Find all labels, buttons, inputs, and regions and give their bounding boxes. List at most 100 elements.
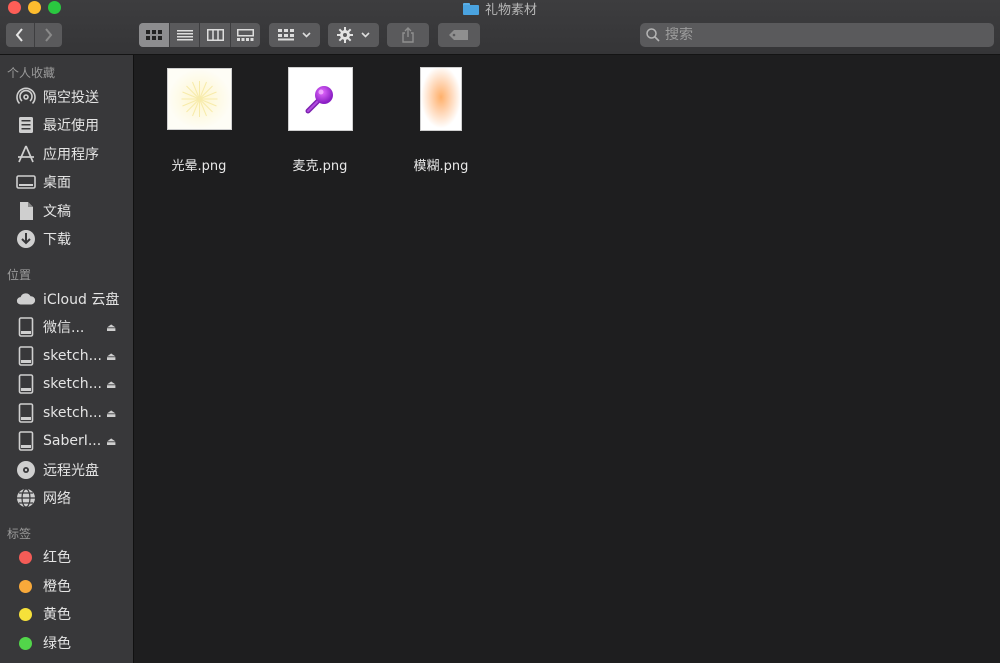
sidebar-item-applications[interactable]: 应用程序: [0, 141, 134, 167]
tags-section-title: 标签: [7, 527, 32, 541]
cloud-icon: [16, 289, 36, 309]
disk-icon: [16, 403, 36, 423]
chevron-right-icon: [45, 28, 53, 42]
documents-icon: [16, 201, 36, 221]
sidebar-item-icloud[interactable]: iCloud 云盘: [0, 286, 134, 312]
grid-icon: [146, 30, 163, 40]
sidebar-item-label: 应用程序: [43, 147, 99, 163]
sidebar-item-tag-green[interactable]: 绿色: [0, 630, 134, 656]
gallery-view-button[interactable]: [231, 23, 260, 47]
applications-icon: [16, 144, 36, 164]
purple-microphone-thumbnail: [305, 86, 333, 114]
disk-icon: [16, 317, 36, 337]
action-menu-button[interactable]: [328, 23, 379, 47]
file-name: 光晕.png: [171, 159, 227, 174]
group-grid-icon: [278, 29, 294, 41]
group-by-button[interactable]: [269, 23, 320, 47]
eject-icon[interactable]: ⏏: [106, 321, 116, 334]
file-item[interactable]: 模糊.png: [386, 67, 496, 174]
forward-button[interactable]: [35, 23, 63, 47]
red-tag-dot-icon: [19, 550, 32, 564]
airdrop-icon: [16, 87, 36, 107]
optical-disc-icon: [16, 460, 36, 480]
sidebar-item-tag-yellow[interactable]: 黄色: [0, 601, 134, 627]
sidebar-item-tag-red[interactable]: 红色: [0, 544, 134, 570]
folder-icon: [462, 2, 479, 15]
disk-icon: [16, 346, 36, 366]
eject-icon[interactable]: ⏏: [106, 407, 116, 420]
tag-icon: [449, 30, 468, 40]
file-browser-area[interactable]: 光晕.png 麦克.png 模糊.png: [135, 55, 1000, 663]
sidebar-item-label: 最近使用: [43, 118, 99, 134]
window-title: 礼物素材: [484, 3, 537, 18]
file-item[interactable]: 麦克.png: [265, 67, 375, 174]
edit-tags-button[interactable]: [438, 23, 480, 47]
eject-icon[interactable]: ⏏: [106, 350, 116, 363]
sidebar-item-label: iCloud 云盘: [43, 292, 120, 308]
favorites-section-title: 个人收藏: [7, 66, 56, 80]
share-icon: [402, 27, 414, 43]
sidebar-item-label: 桌面: [43, 175, 71, 191]
sidebar-item-label: SaberI...: [43, 433, 102, 449]
chevron-down-icon: [361, 32, 370, 38]
window-title-area: 礼物素材: [0, 0, 1000, 18]
list-view-button[interactable]: [170, 23, 201, 47]
back-button[interactable]: [6, 23, 35, 47]
file-name: 麦克.png: [292, 159, 348, 174]
file-item[interactable]: 光晕.png: [144, 67, 254, 174]
eject-icon[interactable]: ⏏: [106, 435, 116, 448]
sidebar-item-label: 橙色: [43, 579, 71, 595]
sidebar-item-label: 网络: [43, 491, 71, 507]
navigation-buttons: [6, 23, 62, 47]
desktop-icon: [16, 172, 36, 192]
search-field[interactable]: [640, 23, 994, 47]
sidebar-item-disk[interactable]: 微信... ⏏: [0, 314, 134, 340]
orange-blur-thumbnail: [421, 68, 461, 130]
sidebar-item-label: 下载: [43, 232, 71, 248]
list-icon: [176, 29, 193, 40]
sidebar-item-label: 红色: [43, 550, 71, 566]
sidebar-item-label: sketch...: [43, 405, 102, 421]
downloads-icon: [16, 229, 36, 249]
sidebar-item-downloads[interactable]: 下载: [0, 226, 134, 252]
sidebar-item-tag-orange[interactable]: 橙色: [0, 573, 134, 599]
disk-icon: [16, 431, 36, 451]
chevron-left-icon: [15, 28, 23, 42]
search-input[interactable]: [665, 27, 965, 43]
green-tag-dot-icon: [19, 636, 32, 650]
columns-icon: [206, 29, 224, 41]
sidebar-item-label: 微信...: [43, 320, 85, 336]
icon-view-button[interactable]: [139, 23, 171, 47]
column-view-button[interactable]: [200, 23, 231, 47]
sidebar-item-disk[interactable]: SaberI... ⏏: [0, 428, 134, 454]
disk-icon: [16, 374, 36, 394]
network-icon: [16, 488, 36, 508]
locations-section-title: 位置: [7, 268, 32, 282]
sidebar-item-airdrop[interactable]: 隔空投送: [0, 84, 134, 110]
chevron-down-icon: [302, 32, 311, 38]
sidebar-item-network[interactable]: 网络: [0, 485, 134, 511]
sidebar-item-remote-disc[interactable]: 远程光盘: [0, 457, 134, 483]
file-name: 模糊.png: [413, 159, 469, 174]
gear-icon: [337, 27, 353, 43]
sunburst-glow-thumbnail: [168, 69, 231, 129]
gallery-icon: [236, 29, 254, 41]
sidebar-item-label: 远程光盘: [43, 463, 99, 479]
share-button[interactable]: [387, 23, 429, 47]
sidebar-item-disk[interactable]: sketch... ⏏: [0, 400, 134, 426]
search-icon: [646, 28, 660, 42]
sidebar-item-desktop[interactable]: 桌面: [0, 169, 134, 195]
file-thumbnail: [420, 67, 462, 131]
sidebar-item-disk[interactable]: sketch... ⏏: [0, 343, 134, 369]
file-thumbnail: [288, 67, 353, 131]
sidebar-item-disk[interactable]: sketch... ⏏: [0, 371, 134, 397]
file-thumbnail: [167, 68, 232, 130]
eject-icon[interactable]: ⏏: [106, 378, 116, 391]
yellow-tag-dot-icon: [19, 607, 32, 621]
sidebar: 个人收藏 隔空投送 最近使用 应用程序 桌面 文稿 下载 位置 iCloud 云…: [0, 55, 134, 663]
sidebar-item-label: sketch...: [43, 376, 102, 392]
sidebar-item-label: sketch...: [43, 348, 102, 364]
sidebar-item-recents[interactable]: 最近使用: [0, 112, 134, 138]
view-mode-control: [139, 23, 260, 47]
sidebar-item-documents[interactable]: 文稿: [0, 198, 134, 224]
